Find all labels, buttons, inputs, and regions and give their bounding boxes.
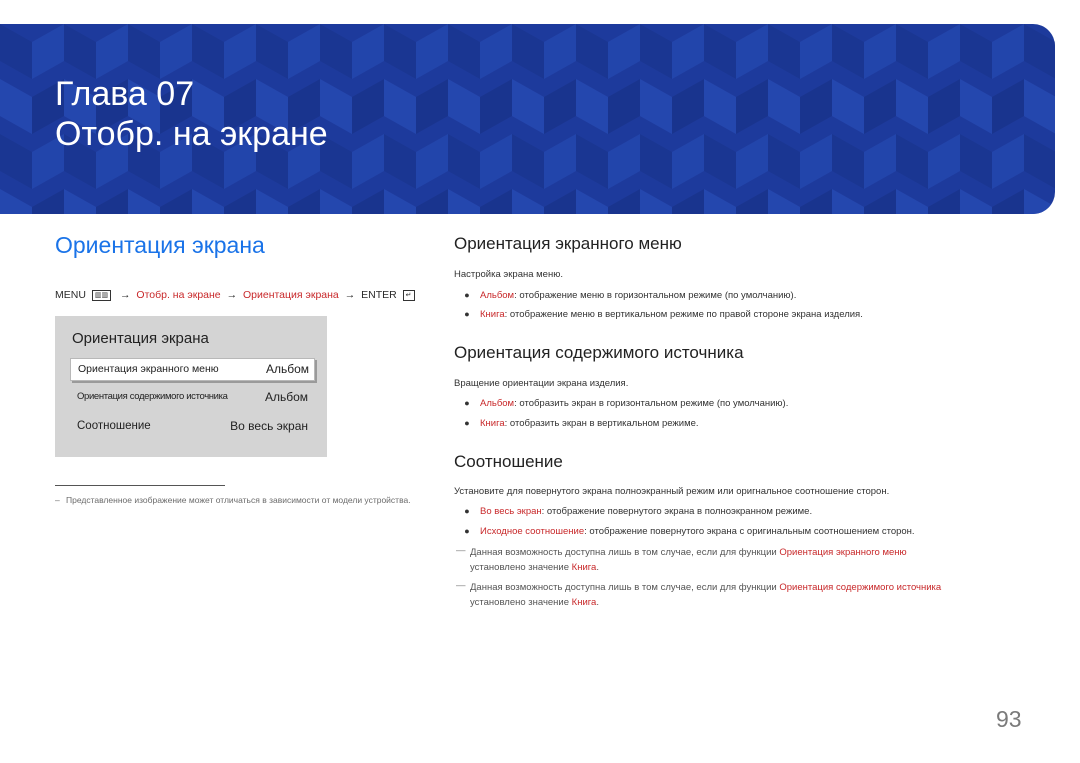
list-item: ● Книга: отображение меню в вертикальном …	[454, 309, 863, 320]
osd-menu-illustration: Ориентация экрана Ориентация экранного м…	[55, 316, 327, 457]
footnote: – Представленное изображение может отлич…	[55, 493, 415, 507]
footnote-text: Представленное изображение может отличат…	[66, 495, 411, 505]
menu-path: MENU ▥▥ → Отобр. на экране → Ориентация …	[55, 289, 418, 301]
list-item: ● Альбом: отобразить экран в горизонтальн…	[454, 398, 788, 409]
section-heading-screen-orientation: Ориентация экрана	[55, 232, 265, 258]
option-term: Во весь экран	[480, 506, 542, 517]
osd-row-label: Ориентация содержимого источника	[77, 391, 228, 402]
bullet-icon: ●	[464, 309, 470, 319]
osd-row-value: Во весь экран	[230, 419, 308, 433]
desc-aspect-ratio: Установите для повернутого экрана полноэ…	[454, 486, 890, 497]
heading-aspect-ratio: Соотношение	[454, 452, 563, 471]
enter-label: ENTER	[361, 289, 397, 301]
desc-menu-orientation: Настройка экрана меню.	[454, 269, 563, 280]
bullet-icon: ●	[464, 506, 470, 516]
option-term: Альбом	[480, 398, 515, 409]
dash-icon: —	[456, 545, 466, 556]
note-text: Данная возможность доступна лишь в том с…	[470, 547, 907, 573]
option-term: Исходное соотношение	[480, 526, 585, 537]
chapter-banner: Глава 07 Отобр. на экране	[0, 24, 1055, 214]
osd-row-menu-orientation: Ориентация экранного меню Альбом	[70, 358, 315, 381]
heading-source-orientation: Ориентация содержимого источника	[454, 343, 744, 362]
option-text: : отображение повернутого экрана с ориги…	[584, 526, 915, 537]
menu-icon: ▥▥	[91, 290, 112, 301]
note-value: Книга	[571, 562, 597, 573]
option-text: : отображение меню в горизонтальном режи…	[514, 290, 797, 301]
list-item: ● Во весь экран: отображение повернутого …	[454, 506, 812, 517]
list-item: ● Исходное соотношение: отображение повер…	[454, 526, 915, 537]
heading-menu-orientation: Ориентация экранного меню	[454, 234, 682, 253]
dash-icon: –	[55, 495, 60, 505]
dash-icon: —	[456, 580, 466, 591]
note-link: Ориентация содержимого источника	[779, 582, 942, 593]
list-item: ● Книга: отобразить экран в вертикальном …	[454, 418, 699, 429]
bullet-icon: ●	[464, 418, 470, 428]
note-value: Книга	[571, 597, 597, 608]
option-term: Альбом	[480, 290, 515, 301]
menu-step-orientation: Ориентация экрана	[242, 289, 339, 301]
osd-row-source-orientation: Ориентация содержимого источника Альбом	[70, 387, 313, 408]
option-text: : отобразить экран в вертикальном режиме…	[504, 418, 699, 429]
enter-icon: ↵	[402, 290, 415, 301]
osd-row-value: Альбом	[265, 362, 309, 376]
osd-row-label: Ориентация экранного меню	[78, 363, 219, 375]
arrow-icon: →	[120, 289, 131, 301]
chapter-title: Глава 07 Отобр. на экране	[55, 74, 328, 154]
page-number: 93	[996, 706, 1022, 732]
osd-row-label: Соотношение	[77, 420, 151, 432]
option-text: : отображение повернутого экрана в полно…	[541, 506, 813, 517]
note: — Данная возможность доступна лишь в том…	[454, 580, 1044, 610]
bullet-icon: ●	[464, 290, 470, 300]
bullet-icon: ●	[464, 526, 470, 536]
footnote-divider	[55, 485, 225, 486]
note: — Данная возможность доступна лишь в том…	[454, 545, 1044, 575]
option-text: : отобразить экран в горизонтальном режи…	[514, 398, 789, 409]
note-text: Данная возможность доступна лишь в том с…	[470, 582, 942, 608]
bullet-icon: ●	[464, 398, 470, 408]
option-text: : отображение меню в вертикальном режиме…	[504, 309, 863, 320]
option-term: Книга	[480, 309, 505, 320]
menu-label: MENU	[55, 289, 86, 301]
note-link: Ориентация экранного меню	[779, 547, 907, 558]
arrow-icon: →	[344, 289, 356, 301]
desc-source-orientation: Вращение ориентации экрана изделия.	[454, 378, 629, 389]
osd-row-aspect-ratio: Соотношение Во весь экран	[70, 416, 313, 437]
menu-step-display: Отобр. на экране	[136, 289, 221, 301]
osd-row-value: Альбом	[264, 390, 308, 404]
option-term: Книга	[480, 418, 505, 429]
chapter-label: Глава 07	[55, 75, 195, 113]
chapter-name: Отобр. на экране	[55, 115, 328, 153]
arrow-icon: →	[226, 289, 238, 301]
list-item: ● Альбом: отображение меню в горизонтальн…	[454, 290, 796, 301]
osd-title: Ориентация экрана	[72, 330, 209, 347]
